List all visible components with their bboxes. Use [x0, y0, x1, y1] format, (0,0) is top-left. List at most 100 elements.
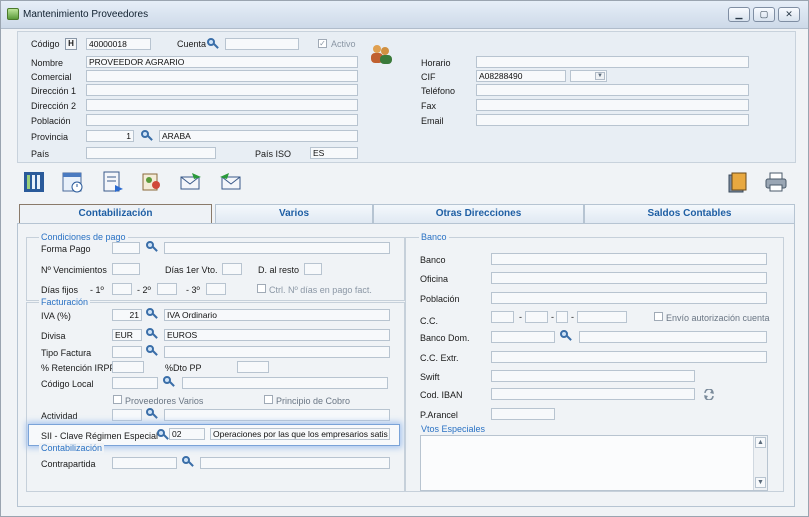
list-icon[interactable]	[23, 171, 45, 193]
direccion2-field[interactable]	[86, 99, 358, 111]
swift-field[interactable]	[491, 370, 695, 382]
envio-autorizacion-checkbox[interactable]	[654, 312, 663, 321]
poblacion-label: Población	[31, 116, 71, 126]
accounting-book-icon[interactable]	[726, 171, 748, 193]
cuenta-search-icon[interactable]	[207, 38, 219, 50]
codigo-local-search-icon[interactable]	[163, 376, 175, 388]
cc-entidad-field[interactable]	[491, 311, 514, 323]
settings-docs-icon[interactable]	[141, 171, 163, 193]
sii-search-icon[interactable]	[157, 429, 169, 441]
cc-cuenta-field[interactable]	[577, 311, 627, 323]
actividad-name-field[interactable]	[164, 409, 390, 421]
banco-dom-name-field[interactable]	[579, 331, 767, 343]
banco-field[interactable]	[491, 253, 767, 265]
forma-pago-code-field[interactable]	[112, 242, 140, 254]
scroll-up-icon[interactable]: ▲	[755, 437, 766, 448]
codigo-local-code-field[interactable]	[112, 377, 158, 389]
divisa-search-icon[interactable]	[146, 328, 158, 340]
pais-label: País	[31, 149, 50, 159]
cc-dc-field[interactable]	[556, 311, 568, 323]
forma-pago-name-field[interactable]	[164, 242, 390, 254]
tipo-factura-search-icon[interactable]	[146, 345, 158, 357]
poblacion-banco-field[interactable]	[491, 292, 767, 304]
iva-name-field[interactable]: IVA Ordinario	[164, 309, 390, 321]
contabilizacion-group-title: Contabilización	[39, 443, 105, 453]
provincia-name-field[interactable]: ARABA	[159, 130, 358, 142]
divisa-name-field[interactable]: EUROS	[164, 329, 390, 341]
comercial-field[interactable]	[86, 70, 358, 82]
divisa-code-field[interactable]: EUR	[112, 329, 142, 341]
iva-search-icon[interactable]	[146, 308, 158, 320]
n-vencimientos-field[interactable]	[112, 263, 140, 275]
document-arrow-icon[interactable]	[102, 171, 124, 193]
tipo-factura-name-field[interactable]	[164, 346, 390, 358]
banco-dom-code-field[interactable]	[491, 331, 555, 343]
iban-label: Cod. IBAN	[420, 390, 463, 400]
contrapartida-code-field[interactable]	[112, 457, 177, 469]
cuenta-field[interactable]	[225, 38, 299, 50]
printer-icon[interactable]	[765, 171, 787, 193]
users-icon[interactable]	[369, 43, 393, 65]
dto-pp-label: %Dto PP	[165, 363, 202, 373]
cc-oficina-field[interactable]	[525, 311, 548, 323]
activo-checkbox[interactable]: ✓	[318, 39, 327, 48]
dia-fijo-2-field[interactable]	[157, 283, 177, 295]
tab-otras-direcciones[interactable]: Otras Direcciones	[373, 204, 584, 224]
contrapartida-search-icon[interactable]	[182, 456, 194, 468]
horario-field[interactable]	[476, 56, 749, 68]
tab-contabilizacion[interactable]: Contabilización	[19, 204, 212, 224]
contrapartida-name-field[interactable]	[200, 457, 390, 469]
forma-pago-search-icon[interactable]	[146, 241, 158, 253]
sii-code-field[interactable]: 02	[169, 428, 205, 440]
iva-code-field[interactable]: 21	[112, 309, 142, 321]
iva-label: IVA (%)	[41, 311, 71, 321]
minimize-button[interactable]: ▁	[728, 7, 750, 22]
dia-fijo-3-label: - 3º	[186, 285, 200, 295]
ctrl-dias-checkbox[interactable]	[257, 284, 266, 293]
vtos-scrollbar[interactable]: ▲ ▼	[753, 436, 767, 490]
mail-send-icon[interactable]	[180, 171, 202, 193]
d-al-resto-field[interactable]	[304, 263, 322, 275]
dia-fijo-3-field[interactable]	[206, 283, 226, 295]
retencion-irpf-field[interactable]	[112, 361, 144, 373]
provincia-code-field[interactable]: 1	[86, 130, 134, 142]
fax-field[interactable]	[476, 99, 749, 111]
email-field[interactable]	[476, 114, 749, 126]
cif-field[interactable]: A08288490	[476, 70, 566, 82]
dia-fijo-1-field[interactable]	[112, 283, 132, 295]
maximize-button[interactable]: ▢	[753, 7, 775, 22]
direccion1-field[interactable]	[86, 84, 358, 96]
chevron-down-icon[interactable]: ▼	[595, 72, 605, 80]
mail-receive-icon[interactable]	[219, 171, 241, 193]
vtos-especiales-list[interactable]	[420, 435, 768, 491]
actividad-search-icon[interactable]	[146, 408, 158, 420]
cc-extr-field[interactable]	[491, 351, 767, 363]
h-button[interactable]: H	[65, 38, 77, 50]
pais-field[interactable]	[86, 147, 216, 159]
oficina-field[interactable]	[491, 272, 767, 284]
codigo-field[interactable]: 40000018	[86, 38, 151, 50]
nombre-field[interactable]: PROVEEDOR AGRARIO	[86, 56, 358, 68]
p-arancel-field[interactable]	[491, 408, 555, 420]
scroll-down-icon[interactable]: ▼	[755, 477, 766, 488]
dias-1er-vto-field[interactable]	[222, 263, 242, 275]
retencion-irpf-label: % Retención IRPF	[41, 363, 116, 373]
proveedores-varios-checkbox[interactable]	[113, 395, 122, 404]
principio-cobro-checkbox[interactable]	[264, 395, 273, 404]
calendar-clock-icon[interactable]	[62, 171, 84, 193]
tab-saldos-contables[interactable]: Saldos Contables	[584, 204, 795, 224]
dto-pp-field[interactable]	[237, 361, 269, 373]
provincia-search-icon[interactable]	[141, 130, 153, 142]
codigo-local-name-field[interactable]	[182, 377, 388, 389]
tab-varios[interactable]: Varios	[215, 204, 373, 224]
telefono-field[interactable]	[476, 84, 749, 96]
sii-description-field[interactable]: Operaciones por las que los empresarios …	[210, 428, 390, 440]
actividad-code-field[interactable]	[112, 409, 142, 421]
poblacion-field[interactable]	[86, 114, 358, 126]
tipo-factura-code-field[interactable]	[112, 346, 142, 358]
refresh-icon[interactable]	[703, 389, 715, 400]
iban-field[interactable]	[491, 388, 695, 400]
close-button[interactable]: ✕	[778, 7, 800, 22]
banco-dom-search-icon[interactable]	[560, 330, 572, 342]
pais-iso-field[interactable]: ES	[310, 147, 358, 159]
